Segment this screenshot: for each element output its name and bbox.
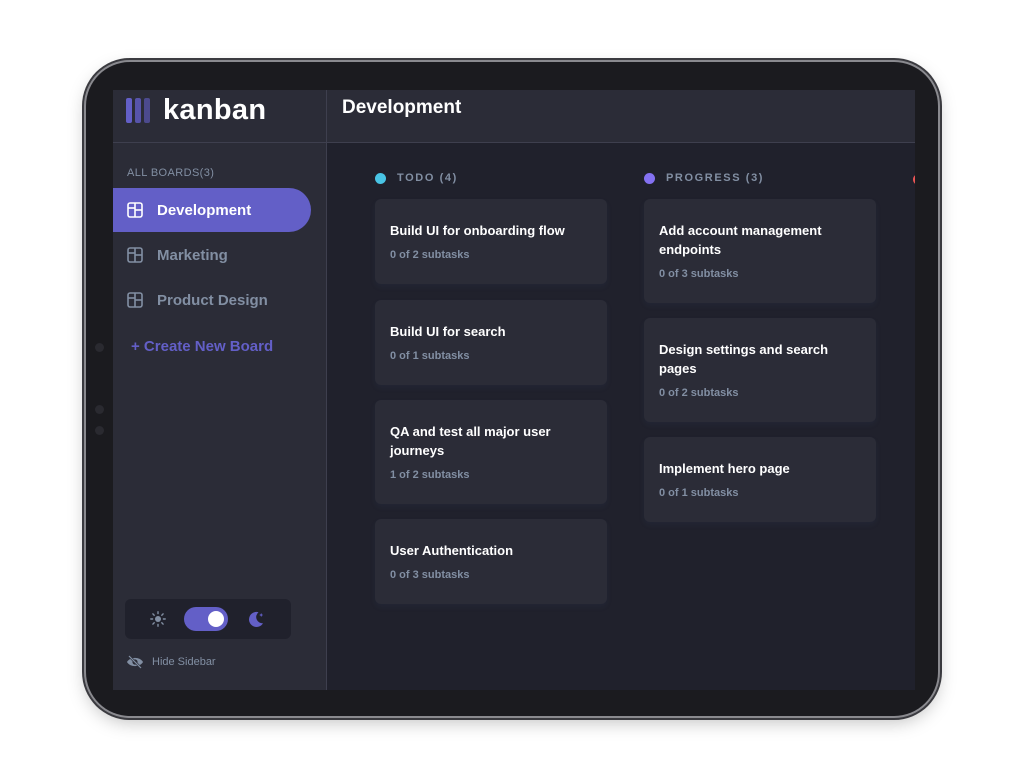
task-subtasks: 0 of 3 subtasks	[659, 268, 739, 280]
column-progress: PROGRESS (3) Add account management endp…	[644, 170, 876, 522]
board-icon	[127, 247, 143, 263]
create-board-button[interactable]: + Create New Board	[131, 338, 273, 355]
task-card[interactable]: Add account management endpoints 0 of 3 …	[644, 199, 876, 303]
column-title: TODO (4)	[397, 172, 458, 184]
sun-icon	[150, 611, 166, 627]
boards-heading: ALL BOARDS(3)	[127, 167, 215, 179]
column-todo: TODO (4) Build UI for onboarding flow 0 …	[375, 170, 607, 604]
task-title: QA and test all major user journeys	[390, 424, 551, 458]
camera-dot	[95, 405, 104, 414]
task-title: Design settings and search pages	[659, 342, 829, 376]
sidebar-board-label: Development	[157, 201, 252, 219]
task-subtasks: 0 of 1 subtasks	[390, 350, 470, 362]
moon-icon	[249, 611, 264, 627]
theme-toggle[interactable]	[184, 607, 228, 631]
sidebar-board-label: Marketing	[157, 246, 228, 264]
task-card[interactable]: Implement hero page 0 of 1 subtasks	[644, 437, 876, 522]
task-card[interactable]: Design settings and search pages 0 of 2 …	[644, 318, 876, 422]
page-title: Development	[342, 97, 462, 118]
column-status-dot	[375, 172, 386, 184]
camera-dot	[95, 343, 104, 352]
hide-sidebar-label: Hide Sidebar	[152, 656, 216, 668]
task-subtasks: 0 of 2 subtasks	[390, 249, 470, 261]
column-status-dot	[644, 172, 655, 184]
next-column-dot	[913, 172, 915, 184]
app-logo: kanban	[126, 94, 266, 126]
board-icon	[127, 202, 143, 218]
column-header: PROGRESS (3)	[644, 170, 876, 186]
toggle-knob	[208, 611, 224, 627]
task-title: Build UI for search	[390, 324, 506, 339]
logo-icon	[126, 97, 150, 123]
task-card[interactable]: Build UI for search 0 of 1 subtasks	[375, 300, 607, 385]
hide-sidebar-button[interactable]: Hide Sidebar	[126, 655, 216, 669]
app-name: kanban	[163, 93, 267, 126]
column-header: TODO (4)	[375, 170, 607, 186]
column-title: PROGRESS (3)	[666, 172, 765, 184]
task-card[interactable]: QA and test all major user journeys 1 of…	[375, 400, 607, 504]
theme-switcher	[125, 599, 291, 639]
task-title: Implement hero page	[659, 461, 790, 476]
app-screen: kanban ALL BOARDS(3) Development Marketi…	[113, 90, 915, 690]
eye-slash-icon	[127, 655, 143, 669]
sidebar-board-development[interactable]: Development	[113, 188, 311, 232]
task-title: Add account management endpoints	[659, 223, 822, 257]
sidebar-board-label: Product Design	[157, 291, 268, 309]
sidebar-board-marketing[interactable]: Marketing	[113, 233, 311, 277]
sidebar: kanban ALL BOARDS(3) Development Marketi…	[113, 90, 327, 690]
task-subtasks: 0 of 2 subtasks	[659, 387, 739, 399]
task-subtasks: 0 of 3 subtasks	[390, 569, 470, 581]
task-subtasks: 1 of 2 subtasks	[390, 469, 470, 481]
task-title: Build UI for onboarding flow	[390, 223, 565, 238]
sidebar-board-product-design[interactable]: Product Design	[113, 278, 311, 322]
board-header: Development	[327, 90, 915, 143]
task-title: User Authentication	[390, 543, 514, 558]
divider	[113, 142, 326, 143]
board-icon	[127, 292, 143, 308]
task-card[interactable]: Build UI for onboarding flow 0 of 2 subt…	[375, 199, 607, 284]
camera-dot	[95, 426, 104, 435]
task-card[interactable]: User Authentication 0 of 3 subtasks	[375, 519, 607, 604]
task-subtasks: 0 of 1 subtasks	[659, 487, 739, 499]
